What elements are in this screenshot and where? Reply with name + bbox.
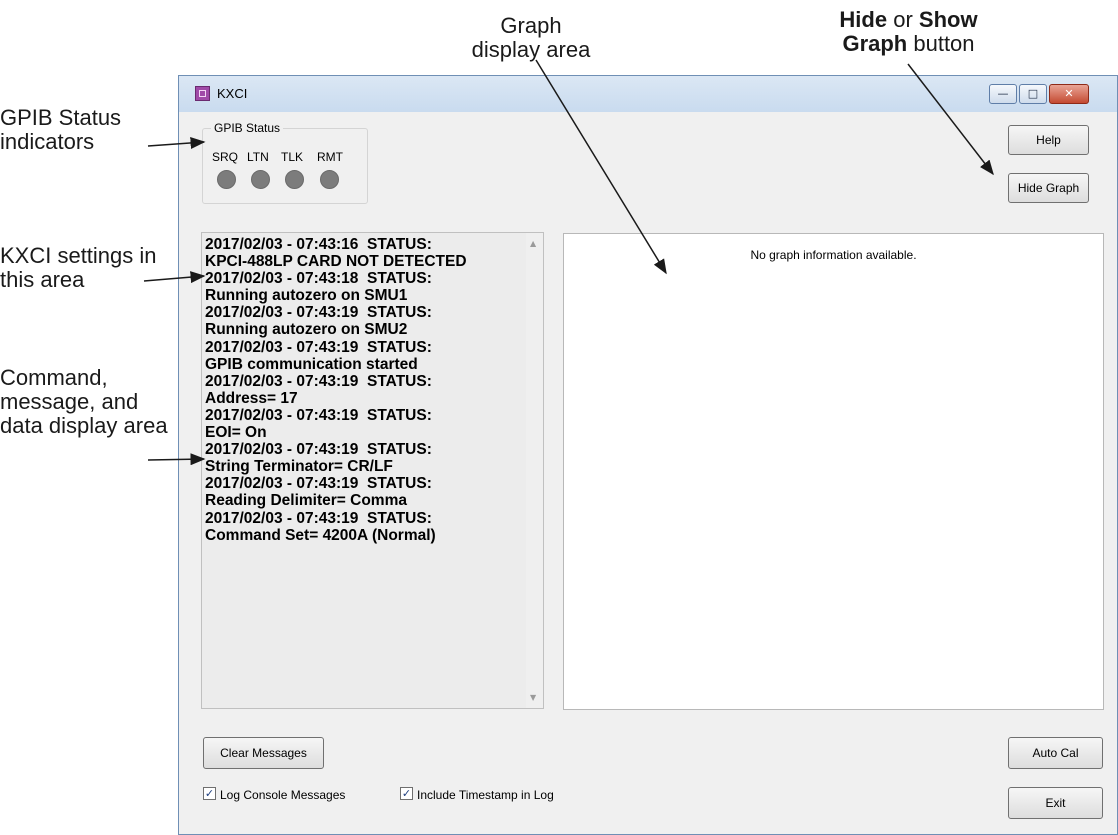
callout-kxci-settings-text: KXCI settings in this area	[0, 243, 157, 292]
console-line: String Terminator= CR/LF	[205, 458, 393, 476]
minimize-button[interactable]: —	[989, 84, 1017, 104]
console-line: 2017/02/03 - 07:43:19 STATUS:	[205, 509, 432, 527]
graph-display-area[interactable]: No graph information available.	[563, 233, 1104, 710]
kxci-window: KXCI — □ ✕ GPIB Status SRQ LTN TLK RMT H…	[178, 75, 1118, 835]
console-line: GPIB communication started	[205, 355, 418, 373]
hide-graph-button[interactable]: Hide Graph	[1008, 173, 1089, 203]
message-display-area[interactable]: 2017/02/03 - 07:43:16 STATUS: KPCI-488LP …	[201, 232, 544, 709]
callout-command-message-area: Command, message, and data display area	[0, 366, 180, 438]
console-line: 2017/02/03 - 07:43:19 STATUS:	[205, 338, 432, 356]
console-log-text: 2017/02/03 - 07:43:16 STATUS: KPCI-488LP …	[205, 236, 523, 544]
console-line: Running autozero on SMU1	[205, 287, 408, 305]
scroll-down-arrow[interactable]: ▼	[530, 693, 536, 702]
console-line: 2017/02/03 - 07:43:19 STATUS:	[205, 372, 432, 390]
srq-indicator	[217, 170, 236, 189]
callout-show-word: Show	[918, 7, 978, 32]
clear-messages-button[interactable]: Clear Messages	[203, 737, 324, 769]
maximize-button[interactable]: □	[1019, 84, 1047, 104]
log-console-label: Log Console Messages	[220, 788, 346, 802]
kxci-app-icon	[195, 86, 210, 101]
callout-gpib-status-indicators: GPIB Status indicators	[0, 106, 150, 154]
callout-button-word: button	[907, 31, 975, 56]
callout-command-message-text: Command, message, and data display area	[0, 365, 168, 438]
include-timestamp-checkbox[interactable]: ✓	[400, 787, 413, 800]
rmt-indicator	[320, 170, 339, 189]
console-line: 2017/02/03 - 07:43:18 STATUS:	[205, 270, 432, 288]
console-line: 2017/02/03 - 07:43:16 STATUS:	[205, 236, 432, 253]
console-line: 2017/02/03 - 07:43:19 STATUS:	[205, 406, 432, 424]
ltn-indicator	[251, 170, 270, 189]
console-line: 2017/02/03 - 07:43:19 STATUS:	[205, 304, 432, 322]
console-line: Address= 17	[205, 389, 298, 407]
exit-button[interactable]: Exit	[1008, 787, 1103, 819]
callout-kxci-settings: KXCI settings in this area	[0, 244, 178, 292]
callout-graph-word: Graph	[842, 31, 908, 56]
console-scrollbar[interactable]: ▲ ▼	[526, 233, 543, 708]
gpib-status-title: GPIB Status	[211, 121, 284, 135]
auto-cal-button[interactable]: Auto Cal	[1008, 737, 1103, 769]
callout-hide-show-graph-button: Hide or Show Graph button	[816, 8, 1001, 56]
console-line: 2017/02/03 - 07:43:19 STATUS:	[205, 441, 432, 459]
console-line: Command Set= 4200A (Normal)	[205, 526, 436, 544]
title-bar[interactable]: KXCI — □ ✕	[179, 76, 1117, 112]
srq-label: SRQ	[212, 150, 239, 164]
scroll-up-arrow[interactable]: ▲	[530, 239, 536, 248]
console-line: Running autozero on SMU2	[205, 321, 408, 339]
callout-gpib-status-text: GPIB Status indicators	[0, 105, 122, 154]
callout-or-word: or	[887, 7, 919, 32]
graph-message: No graph information available.	[750, 248, 917, 262]
tlk-indicator	[285, 170, 304, 189]
console-line: 2017/02/03 - 07:43:19 STATUS:	[205, 475, 432, 493]
tlk-label: TLK	[281, 150, 304, 164]
gpib-status-group: GPIB Status SRQ LTN TLK RMT	[202, 121, 368, 204]
include-timestamp-label: Include Timestamp in Log	[417, 788, 554, 802]
ltn-label: LTN	[247, 150, 269, 164]
help-button[interactable]: Help	[1008, 125, 1089, 155]
console-line: Reading Delimiter= Comma	[205, 492, 407, 510]
callout-graph-display-area: Graph display area	[451, 14, 611, 62]
window-title: KXCI	[217, 86, 248, 101]
log-console-checkbox[interactable]: ✓	[203, 787, 216, 800]
console-line: EOI= On	[205, 424, 267, 442]
close-button[interactable]: ✕	[1049, 84, 1089, 104]
callout-hide-word: Hide	[839, 7, 888, 32]
console-line: KPCI-488LP CARD NOT DETECTED	[205, 253, 467, 271]
callout-graph-display-text: Graph display area	[471, 13, 591, 62]
rmt-label: RMT	[317, 150, 343, 164]
